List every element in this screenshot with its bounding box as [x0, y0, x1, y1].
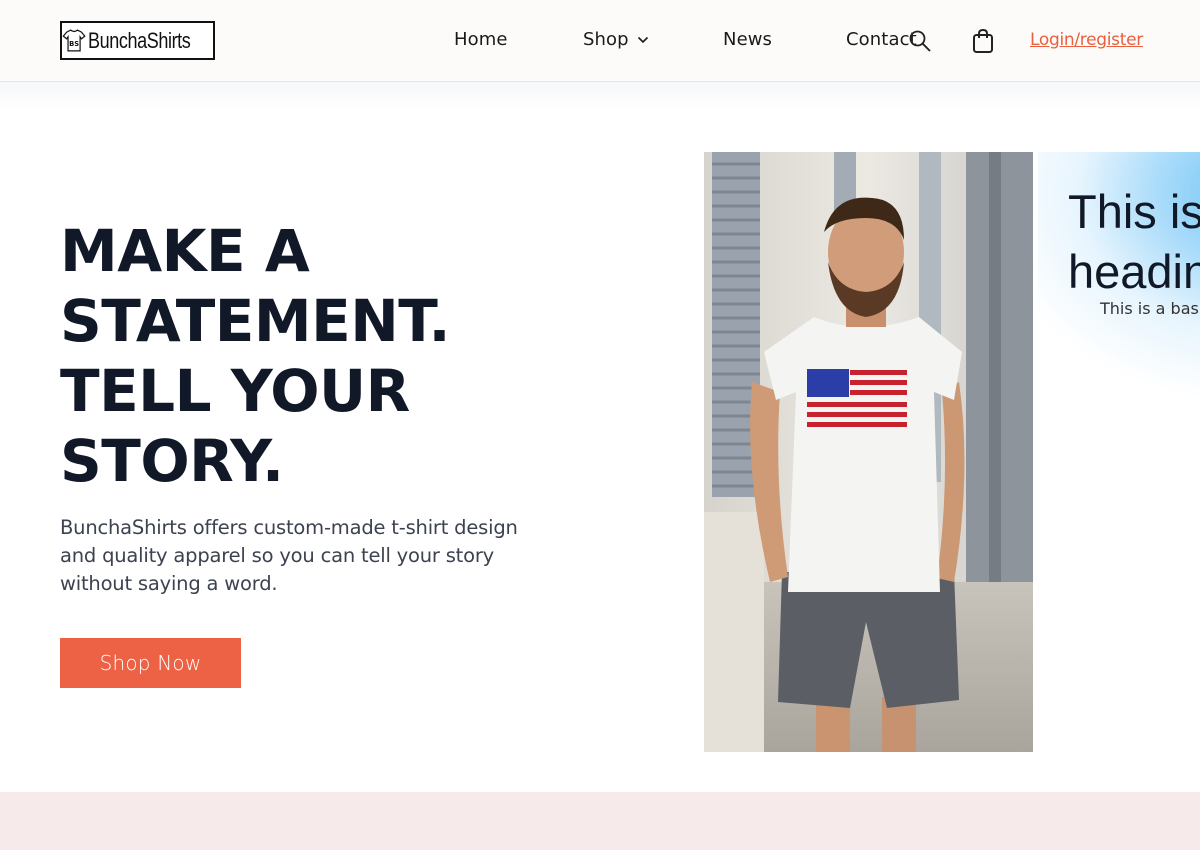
next-section-band — [0, 792, 1200, 850]
header-shadow-band — [0, 82, 1200, 112]
hero-description: BunchaShirts offers custom-made t-shirt … — [60, 516, 518, 595]
hero-title-line: STORY. — [60, 427, 284, 495]
nav-news[interactable]: News — [723, 29, 772, 50]
nav-home[interactable]: Home — [454, 29, 508, 50]
cart-button[interactable] — [972, 28, 994, 54]
slide-heading-line: heading — [1068, 245, 1200, 298]
slider-placeholder-panel: This is heading This is a basic — [1038, 152, 1200, 752]
slide-text: This is a basic — [1100, 299, 1200, 318]
nav-shop-label: Shop — [583, 29, 629, 50]
tshirt-logo-icon: BS — [62, 29, 86, 52]
chevron-down-icon — [637, 36, 648, 43]
search-icon — [909, 30, 931, 52]
model-photo-illustration — [704, 152, 1033, 752]
hero-title: MAKE A STATEMENT. TELL YOUR STORY. — [60, 216, 580, 496]
login-register-link[interactable]: Login/register — [1030, 30, 1143, 50]
site-header: BS BunchaShirts Home Shop News Contact L… — [0, 0, 1200, 82]
nav-contact[interactable]: Contact — [846, 29, 917, 50]
shopping-bag-icon — [973, 28, 993, 53]
hero-title-line: MAKE A — [60, 217, 310, 285]
slide-heading-line: This is — [1068, 185, 1200, 238]
svg-text:BS: BS — [69, 40, 79, 48]
nav-shop[interactable]: Shop — [583, 29, 649, 50]
hero-title-line: STATEMENT. — [60, 287, 451, 355]
search-button[interactable] — [908, 29, 932, 53]
hero-title-line: TELL YOUR — [60, 357, 410, 425]
shop-now-button[interactable]: Shop Now — [60, 638, 241, 688]
hero-model-photo — [704, 152, 1033, 752]
slide-heading: This is heading — [1068, 182, 1200, 302]
logo-text: BunchaShirts — [88, 27, 191, 53]
site-logo[interactable]: BS BunchaShirts — [60, 21, 215, 60]
